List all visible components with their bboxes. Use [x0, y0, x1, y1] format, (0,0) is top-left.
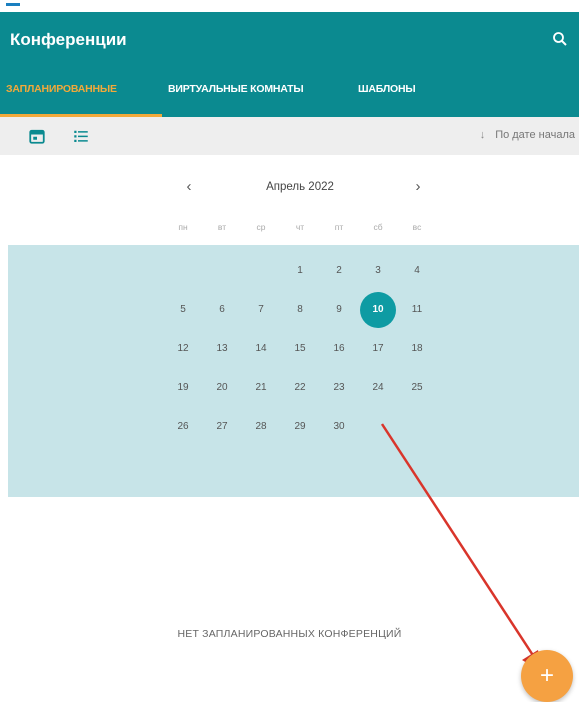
weekday-label: пт: [334, 222, 344, 232]
calendar-icon: [29, 129, 45, 144]
sort-arrow-icon: ↓: [479, 129, 486, 141]
calendar-day[interactable]: 9: [321, 292, 357, 328]
list-icon: [74, 130, 88, 142]
calendar-day[interactable]: 19: [165, 370, 201, 406]
calendar-day[interactable]: 16: [321, 331, 357, 367]
month-grid: 1 2 3 4 5 6 7 8 9 10 11 12 13 14 15 16 17 18 19 20 21 22 23 24 2…: [8, 245, 579, 497]
weekday-label: пн: [178, 222, 188, 232]
list-view-button[interactable]: [69, 124, 93, 148]
tab-templates[interactable]: ШАБЛОНЫ: [358, 83, 416, 95]
calendar-day[interactable]: 1: [282, 253, 318, 289]
calendar-day[interactable]: 21: [243, 370, 279, 406]
calendar-day[interactable]: 13: [204, 331, 240, 367]
calendar-day[interactable]: 28: [243, 409, 279, 445]
sort-label: По дате начала: [495, 129, 575, 141]
sort-dropdown[interactable]: ↓ По дате начала: [480, 129, 575, 141]
weekday-label: чт: [295, 222, 305, 232]
calendar-view-button[interactable]: [25, 124, 49, 148]
calendar-day[interactable]: 6: [204, 292, 240, 328]
calendar-day[interactable]: 20: [204, 370, 240, 406]
weekday-row: пн вт ср чт пт сб вс: [165, 222, 435, 236]
top-strip-mark: [6, 3, 20, 6]
calendar-day[interactable]: 25: [399, 370, 435, 406]
month-label: Апрель 2022: [266, 181, 334, 193]
calendar-day[interactable]: 30: [321, 409, 357, 445]
calendar-day[interactable]: 27: [204, 409, 240, 445]
calendar-day[interactable]: 4: [399, 253, 435, 289]
tab-bar: ЗАПЛАНИРОВАННЫЕ ВИРТУАЛЬНЫЕ КОМНАТЫ ШАБЛ…: [0, 75, 579, 117]
calendar-day[interactable]: 17: [360, 331, 396, 367]
top-strip: [0, 0, 579, 12]
search-button[interactable]: [547, 26, 573, 52]
search-icon: [553, 32, 567, 46]
tab-scheduled[interactable]: ЗАПЛАНИРОВАННЫЕ: [6, 83, 117, 95]
calendar-day[interactable]: 5: [165, 292, 201, 328]
view-toolbar: ↓ По дате начала: [0, 117, 579, 155]
calendar-day[interactable]: 7: [243, 292, 279, 328]
calendar-day-today[interactable]: 10: [360, 292, 396, 328]
page-title: Конференции: [10, 30, 127, 49]
weekday-label: вт: [217, 222, 227, 232]
empty-state-message: НЕТ ЗАПЛАНИРОВАННЫХ КОНФЕРЕНЦИЙ: [177, 628, 402, 640]
calendar-day[interactable]: 26: [165, 409, 201, 445]
calendar-day[interactable]: 15: [282, 331, 318, 367]
tab-virtual-rooms[interactable]: ВИРТУАЛЬНЫЕ КОМНАТЫ: [168, 83, 304, 95]
weekday-label: вс: [412, 222, 422, 232]
calendar-day[interactable]: 11: [399, 292, 435, 328]
plus-icon: +: [539, 662, 554, 689]
weekday-label: ср: [256, 222, 266, 232]
calendar-day[interactable]: 24: [360, 370, 396, 406]
weekday-label: сб: [373, 222, 383, 232]
calendar-day[interactable]: 18: [399, 331, 435, 367]
calendar-header: ‹ Апрель 2022 ›: [165, 178, 435, 198]
add-conference-button[interactable]: +: [521, 650, 573, 702]
calendar-day[interactable]: 14: [243, 331, 279, 367]
chevron-right-icon: ›: [415, 178, 421, 195]
calendar-day[interactable]: 2: [321, 253, 357, 289]
calendar-day[interactable]: 12: [165, 331, 201, 367]
calendar-day[interactable]: 23: [321, 370, 357, 406]
app-bar: Конференции ЗАПЛАНИРОВАННЫЕ ВИРТУАЛЬНЫЕ …: [0, 12, 579, 117]
calendar-day[interactable]: 29: [282, 409, 318, 445]
calendar-day[interactable]: 22: [282, 370, 318, 406]
calendar-day[interactable]: 8: [282, 292, 318, 328]
calendar-day[interactable]: 3: [360, 253, 396, 289]
next-month-button[interactable]: ›: [408, 178, 428, 198]
